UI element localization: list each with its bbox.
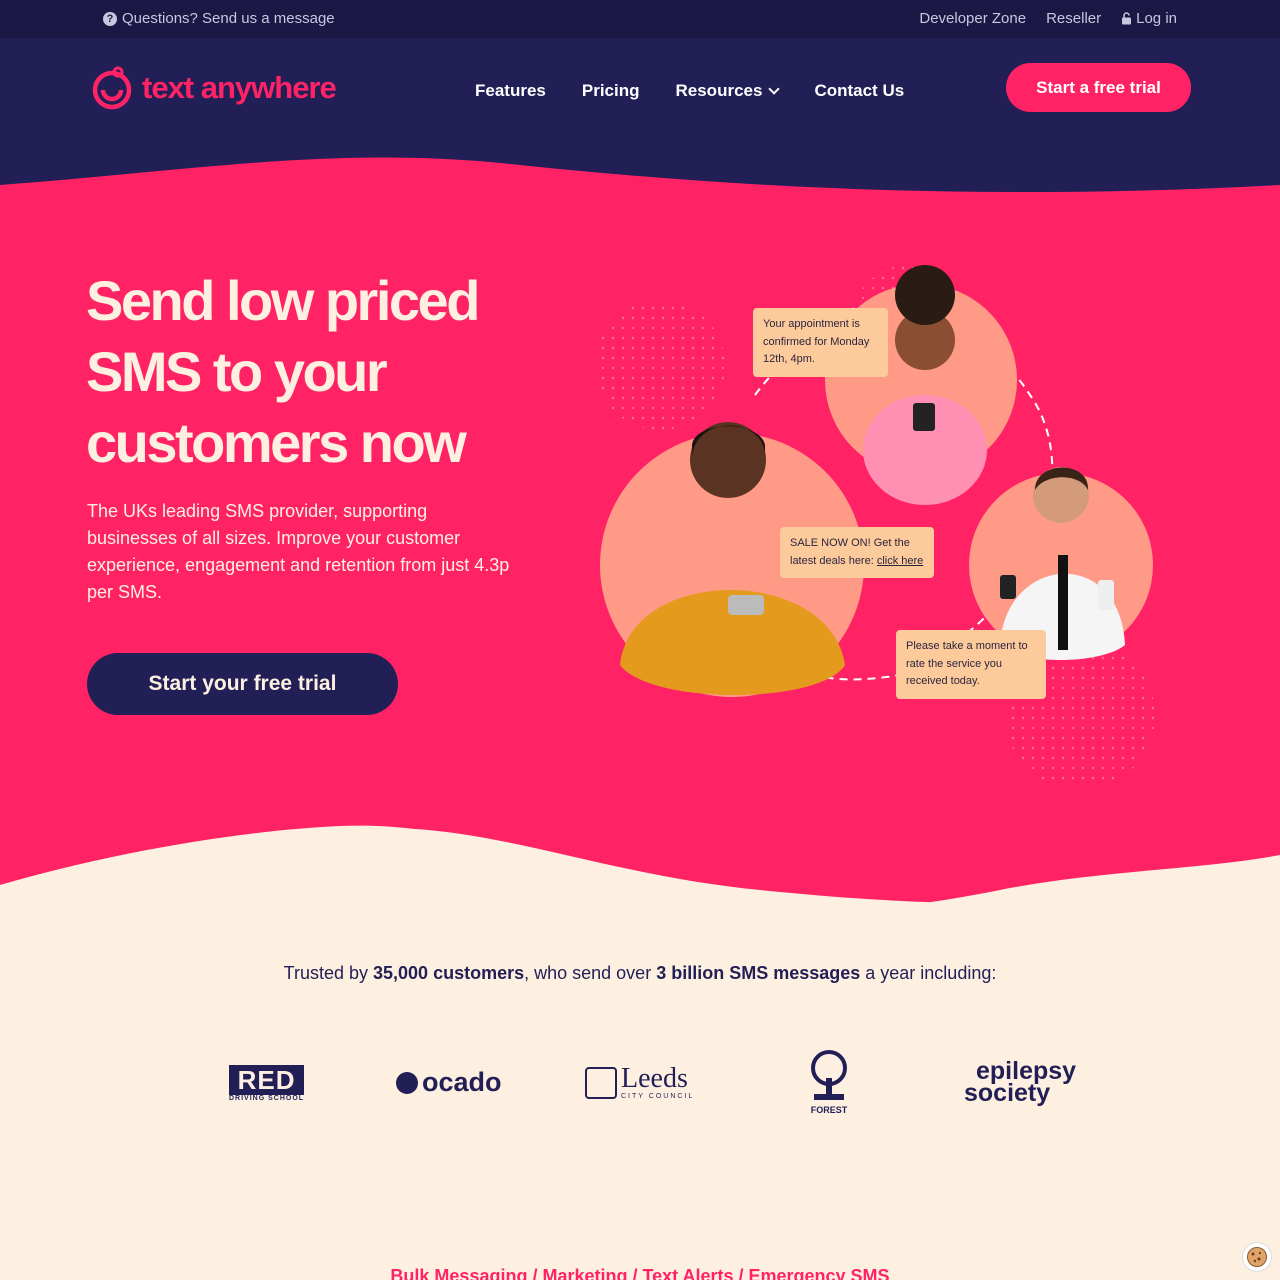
nav-features[interactable]: Features: [475, 81, 546, 101]
tree-icon: [811, 1050, 847, 1100]
client-logos: RED DRIVING SCHOOL ocado Leeds CITY COUN…: [0, 1045, 1280, 1125]
logo-icon: [92, 66, 132, 110]
cookie-settings-button[interactable]: [1242, 1242, 1272, 1272]
nav-contact[interactable]: Contact Us: [814, 81, 904, 101]
hero-headline: Send low priced SMS to your customers no…: [86, 269, 480, 474]
leeds-logo-text: Leeds: [621, 1063, 688, 1094]
ocado-icon: [396, 1071, 418, 1094]
hero-section: Send low priced SMS to your customers no…: [0, 150, 1280, 920]
utility-bar: ? Questions? Send us a message Developer…: [0, 0, 1280, 38]
cookie-icon: [1247, 1247, 1267, 1267]
trusted-by-text: Trusted by 35,000 customers, who send ov…: [0, 963, 1280, 984]
ocado-logo-text: ocado: [422, 1067, 502, 1097]
start-free-trial-button[interactable]: Start a free trial: [1006, 63, 1191, 112]
trusted-suffix: a year including:: [860, 963, 997, 983]
nav-resources[interactable]: Resources: [675, 81, 781, 101]
red-logo-subtext: DRIVING SCHOOL: [229, 1095, 305, 1102]
message-bubble-sale: SALE NOW ON! Get the latest deals here: …: [780, 527, 934, 578]
hero-subtext: The UKs leading SMS provider, supporting…: [87, 501, 510, 602]
hero-illustration: Your appointment is confirmed for Monday…: [580, 245, 1180, 790]
message-bubble-appointment: Your appointment is confirmed for Monday…: [753, 308, 888, 377]
forest-logo-text: FOREST: [810, 1105, 848, 1115]
message-count: 3 billion SMS messages: [656, 963, 861, 983]
solution-categories[interactable]: Bulk Messaging / Marketing / Text Alerts…: [0, 1266, 1280, 1280]
forest-logo: FOREST: [810, 1050, 848, 1115]
questions-label: Questions? Send us a message: [122, 10, 335, 27]
customer-count: 35,000 customers: [373, 963, 525, 983]
start-your-free-trial-button[interactable]: Start your free trial: [87, 653, 398, 715]
reseller-link[interactable]: Reseller: [1046, 10, 1101, 27]
nav-resources-label: Resources: [675, 81, 763, 100]
main-nav: Features Pricing Resources Contact Us: [475, 81, 904, 101]
red-driving-school-logo: RED DRIVING SCHOOL: [229, 1065, 305, 1102]
message-bubble-rate: Please take a moment to rate the service…: [896, 630, 1046, 699]
developer-zone-link[interactable]: Developer Zone: [919, 10, 1026, 27]
leeds-crest-icon: [585, 1066, 617, 1099]
login-link[interactable]: Log in: [1121, 10, 1177, 27]
sale-link[interactable]: click here: [877, 555, 923, 567]
trusted-prefix: Trusted by: [283, 963, 374, 983]
epilepsy-society-logo: epilepsy society: [964, 1059, 1076, 1107]
leeds-logo-subtext: CITY COUNCIL: [621, 1093, 695, 1100]
logo-text: text anywhere: [142, 70, 337, 105]
question-icon: ?: [103, 11, 117, 26]
login-label: Log in: [1136, 10, 1177, 27]
utility-links: Developer Zone Reseller Log in: [919, 10, 1177, 27]
logo[interactable]: text anywhere: [90, 66, 337, 110]
lock-icon: [1122, 12, 1132, 25]
trusted-middle: , who send over: [524, 963, 657, 983]
nav-pricing[interactable]: Pricing: [582, 81, 640, 101]
society-logo-text: society: [964, 1079, 1051, 1107]
red-logo-text: RED: [229, 1065, 305, 1095]
ocado-logo: ocado: [396, 1067, 502, 1098]
chevron-down-icon: [768, 83, 781, 95]
questions-link[interactable]: ? Questions? Send us a message: [103, 10, 335, 27]
leeds-city-council-logo: Leeds CITY COUNCIL: [585, 1065, 694, 1100]
